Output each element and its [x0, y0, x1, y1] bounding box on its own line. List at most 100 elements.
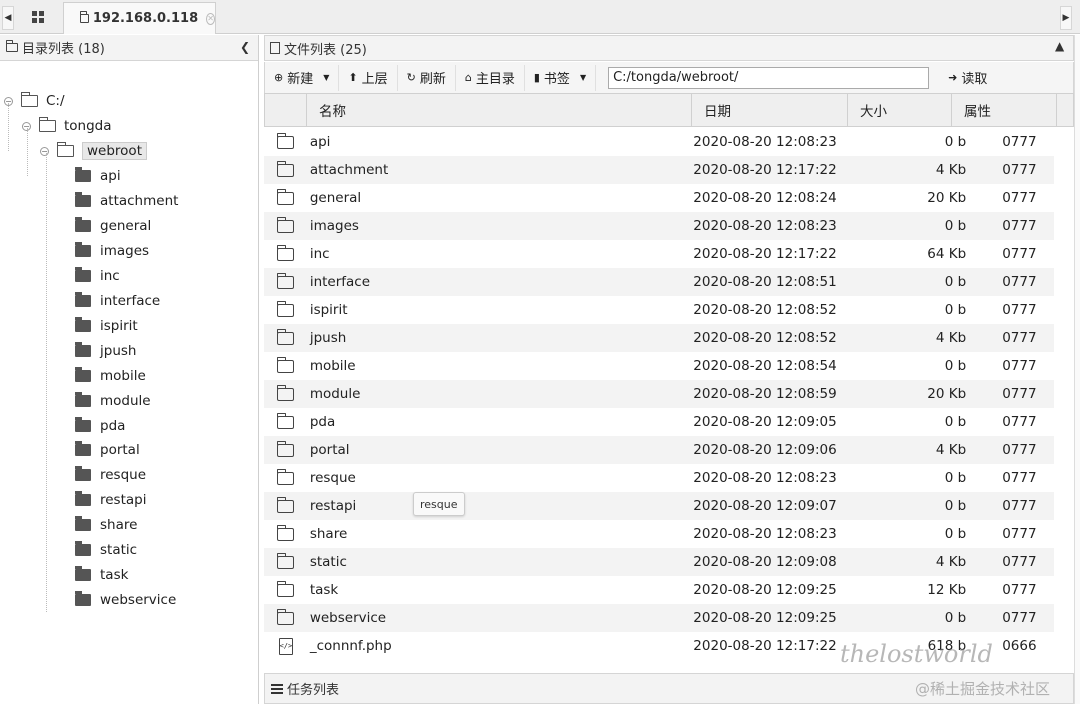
file-date: 2020-08-20 12:08:24 [693, 190, 837, 206]
refresh-label: 刷新 [419, 72, 446, 87]
tree-node-tongda[interactable]: − tongda [22, 116, 112, 136]
scroll-left-button[interactable]: ◀ [2, 6, 14, 30]
table-row[interactable]: inc 2020-08-20 12:17:22 64 Kb 0777 [264, 240, 1054, 268]
tree-node-webroot[interactable]: − webroot [40, 141, 147, 161]
new-button[interactable]: ⊕ 新建 ▼ [265, 64, 340, 91]
file-size: 0 b [944, 302, 967, 318]
file-date: 2020-08-20 12:08:23 [693, 134, 837, 150]
up-button[interactable]: ⬆ 上层 [339, 64, 398, 91]
tree-node-label: general [100, 217, 152, 234]
grid-menu-button[interactable] [16, 2, 60, 32]
tree-node-mobile[interactable]: mobile [75, 366, 146, 386]
tree-node-interface[interactable]: interface [75, 291, 160, 311]
tree-node-label: webservice [100, 592, 177, 609]
row-icon-cell [264, 552, 308, 569]
read-button[interactable]: ➜ 读取 [939, 65, 996, 91]
tree-node-portal[interactable]: portal [75, 440, 140, 460]
table-row[interactable]: resque 2020-08-20 12:08:23 0 b 0777 [264, 464, 1054, 492]
tree-node-api[interactable]: api [75, 166, 121, 186]
tree-node-root[interactable]: − C:/ [4, 91, 65, 111]
tree-node-inc[interactable]: inc [75, 266, 120, 286]
folder-open-icon [21, 92, 38, 107]
table-row[interactable]: share 2020-08-20 12:08:23 0 b 0777 [264, 520, 1054, 548]
file-size: 0 b [944, 274, 967, 290]
tree-node-share[interactable]: share [75, 515, 137, 535]
column-attr[interactable]: 属性 [952, 94, 1057, 126]
home-button[interactable]: ⌂ 主目录 [456, 64, 525, 91]
collapse-up-icon[interactable]: ▲ [1055, 39, 1064, 53]
collapse-panel-icon[interactable]: ❮ [240, 40, 250, 54]
table-header: 名称 日期 大小 属性 [264, 93, 1074, 127]
file-date: 2020-08-20 12:09:06 [693, 442, 837, 458]
file-attr: 0777 [1002, 554, 1037, 570]
folder-icon [276, 468, 295, 485]
table-row[interactable]: attachment 2020-08-20 12:17:22 4 Kb 0777 [264, 156, 1054, 184]
home-label: 主目录 [475, 72, 515, 87]
tab-active[interactable]: 192.168.0.118 ✕ [63, 2, 216, 34]
table-row[interactable]: task 2020-08-20 12:09:25 12 Kb 0777 [264, 576, 1054, 604]
tree-node-pda[interactable]: pda [75, 416, 125, 436]
tree-node-images[interactable]: images [75, 241, 149, 261]
file-icon [270, 42, 280, 54]
tree-node-resque[interactable]: resque [75, 465, 146, 485]
folder-filled-icon [75, 241, 91, 257]
column-date[interactable]: 日期 [692, 94, 848, 126]
file-toolbar: ⊕ 新建 ▼ ⬆ 上层 ↻ 刷新 ⌂ 主目录 ▮ 书签 ▼ ➜ 读取 [264, 62, 1074, 93]
file-size: 0 b [944, 526, 967, 542]
tab-close-icon[interactable]: ✕ [206, 12, 215, 25]
table-row[interactable]: ispirit 2020-08-20 12:08:52 0 b 0777 [264, 296, 1054, 324]
file-panel-title: 文件列表 (25) [284, 42, 367, 58]
table-row[interactable]: pda 2020-08-20 12:09:05 0 b 0777 [264, 408, 1054, 436]
file-panel-header: 文件列表 (25) ▲ [264, 35, 1074, 61]
table-row[interactable]: jpush 2020-08-20 12:08:52 4 Kb 0777 [264, 324, 1054, 352]
file-name: portal [309, 442, 350, 458]
column-name[interactable]: 名称 [307, 94, 692, 126]
tree-node-task[interactable]: task [75, 565, 128, 585]
tree-node-general[interactable]: general [75, 216, 151, 236]
tree-node-static[interactable]: static [75, 540, 137, 560]
table-row[interactable]: general 2020-08-20 12:08:24 20 Kb 0777 [264, 184, 1054, 212]
path-input[interactable] [608, 66, 930, 89]
file-name: webservice [309, 610, 387, 626]
tree-guide-line [27, 128, 28, 176]
file-name: resque [309, 470, 356, 486]
row-icon-cell [264, 244, 308, 261]
collapse-toggle-icon[interactable]: − [40, 146, 49, 156]
table-row[interactable]: restapi 2020-08-20 12:09:07 0 b 0777 [264, 492, 1054, 520]
scrollbar[interactable] [1074, 35, 1080, 704]
refresh-button[interactable]: ↻ 刷新 [398, 64, 456, 91]
tree-node-label: inc [100, 267, 120, 284]
tree-node-jpush[interactable]: jpush [75, 341, 136, 361]
file-name: pda [309, 414, 336, 430]
tree-node-module[interactable]: module [75, 391, 151, 411]
tree-node-label: share [100, 517, 138, 534]
file-attr: 0777 [1002, 218, 1037, 234]
tree-node-label: task [100, 567, 129, 584]
folder-filled-icon [75, 366, 91, 382]
column-size[interactable]: 大小 [848, 94, 952, 126]
directory-panel-header: 目录列表 (18) ❮ [0, 35, 258, 61]
scroll-right-button[interactable]: ▶ [1060, 6, 1072, 30]
file-size: 12 Kb [927, 582, 967, 598]
tree-node-attachment[interactable]: attachment [75, 191, 178, 211]
tree-node-restapi[interactable]: restapi [75, 490, 146, 510]
arrow-right-icon: ➜ [948, 71, 958, 84]
file-date: 2020-08-20 12:08:54 [693, 358, 837, 374]
folder-icon [6, 40, 18, 52]
tree-node-label: C:/ [46, 93, 65, 109]
table-row[interactable]: portal 2020-08-20 12:09:06 4 Kb 0777 [264, 436, 1054, 464]
file-size: 0 b [944, 610, 967, 626]
new-label: 新建 [287, 72, 314, 87]
table-row[interactable]: webservice 2020-08-20 12:09:25 0 b 0777 [264, 604, 1054, 632]
row-icon-cell: </> [264, 637, 308, 655]
file-size: 4 Kb [935, 162, 967, 178]
table-row[interactable]: images 2020-08-20 12:08:23 0 b 0777 [264, 212, 1054, 240]
table-row[interactable]: mobile 2020-08-20 12:08:54 0 b 0777 [264, 352, 1054, 380]
tree-node-webservice[interactable]: webservice [75, 590, 176, 610]
tree-node-ispirit[interactable]: ispirit [75, 316, 138, 336]
table-row[interactable]: api 2020-08-20 12:08:23 0 b 0777 [264, 128, 1054, 156]
table-row[interactable]: interface 2020-08-20 12:08:51 0 b 0777 [264, 268, 1054, 296]
table-row[interactable]: static 2020-08-20 12:09:08 4 Kb 0777 [264, 548, 1054, 576]
bookmark-button[interactable]: ▮ 书签 ▼ [525, 64, 597, 91]
table-row[interactable]: module 2020-08-20 12:08:59 20 Kb 0777 [264, 380, 1054, 408]
